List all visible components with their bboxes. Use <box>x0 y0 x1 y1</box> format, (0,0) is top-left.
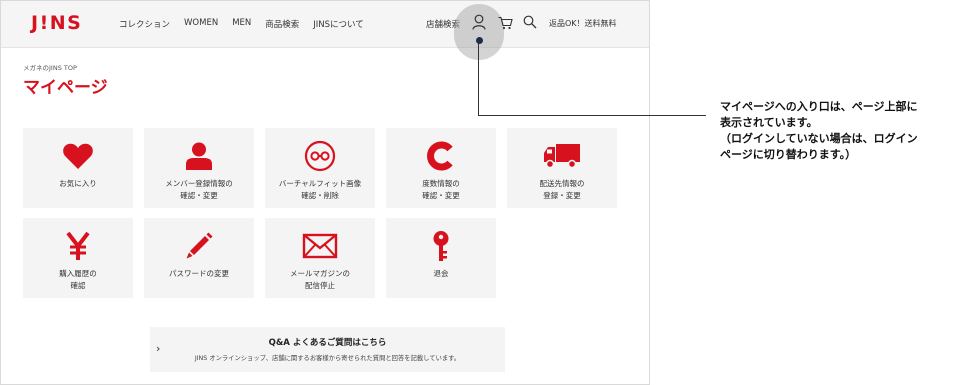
nav-product-search[interactable]: 商品検索 <box>265 18 299 30</box>
tile-label: 退会 <box>433 269 449 278</box>
nav-collection[interactable]: コレクション <box>119 18 170 30</box>
jins-logo[interactable]: J!NS <box>31 12 82 34</box>
key-icon <box>433 231 449 261</box>
mypage-highlight <box>454 4 504 60</box>
tile-label: メンバー登録情報の 確認・変更 <box>165 179 233 200</box>
tile-withdraw[interactable]: 退会 <box>386 218 496 298</box>
tile-member-info[interactable]: メンバー登録情報の 確認・変更 <box>144 128 254 208</box>
nav-women[interactable]: WOMEN <box>184 18 218 30</box>
faq-banner[interactable]: › Q&A よくあるご質問はこちら JINS オンラインショップ、店舗に関するお… <box>150 327 505 372</box>
search-icon[interactable] <box>523 15 537 29</box>
callout-leader-horizontal <box>478 115 706 116</box>
pencil-icon <box>186 232 213 259</box>
callout-line: 表示されています。 <box>720 116 818 129</box>
tile-prescription[interactable]: 度数情報の 確認・変更 <box>386 128 496 208</box>
heart-icon <box>63 143 93 169</box>
tile-label: メールマガジンの 配信停止 <box>290 269 350 290</box>
tile-change-password[interactable]: パスワードの変更 <box>144 218 254 298</box>
nav-about-jins[interactable]: JINSについて <box>313 18 364 30</box>
tile-label: 配送先情報の 登録・変更 <box>539 179 585 200</box>
c-icon <box>427 141 453 171</box>
faq-title: Q&A よくあるご質問はこちら <box>268 338 387 348</box>
tile-label: 度数情報の 確認・変更 <box>422 179 460 200</box>
callout-line: ページに切り替わります。） <box>720 148 857 161</box>
tile-label: パスワードの変更 <box>169 269 229 278</box>
person-icon <box>186 142 212 170</box>
tile-favorites[interactable]: お気に入り <box>23 128 133 208</box>
faq-subtitle: JINS オンラインショップ、店舗に関するお客様から寄せられた質問と回答を記載し… <box>194 355 461 362</box>
tile-newsletter-stop[interactable]: メールマガジンの 配信停止 <box>265 218 375 298</box>
tile-label: お気に入り <box>59 179 97 188</box>
callout-line: （ログインしていない場合は、ログイン <box>720 132 918 145</box>
tile-delivery-address[interactable]: 配送先情報の 登録・変更 <box>507 128 617 208</box>
tile-virtual-fit[interactable]: バーチャルフィット画像 確認・削除 <box>265 128 375 208</box>
promo-text: 返品OK！送料無料 <box>549 19 617 28</box>
callout-leader-vertical <box>478 40 479 116</box>
user-icon[interactable] <box>472 14 486 30</box>
nav-men[interactable]: MEN <box>232 18 251 30</box>
tile-label: 購入履歴の 確認 <box>59 269 97 290</box>
site-header: J!NS コレクション WOMEN MEN 商品検索 JINSについて 店舗検索… <box>1 1 649 60</box>
browser-frame: J!NS コレクション WOMEN MEN 商品検索 JINSについて 店舗検索… <box>0 0 650 385</box>
yen-icon <box>66 231 90 260</box>
page-title: マイページ <box>23 78 108 98</box>
callout-line: マイページへの入り口は、ページ上部に <box>720 100 918 113</box>
callout-annotation: マイページへの入り口は、ページ上部に 表示されています。 （ログインしていない場… <box>720 99 964 163</box>
truck-icon <box>544 144 580 169</box>
cart-icon[interactable] <box>498 16 513 30</box>
tile-label: バーチャルフィット画像 確認・削除 <box>278 179 362 200</box>
breadcrumb[interactable]: メガネのJINS TOP <box>23 62 77 72</box>
envelope-icon <box>302 233 338 259</box>
glasses-icon <box>304 140 336 172</box>
tile-purchase-history[interactable]: 購入履歴の 確認 <box>23 218 133 298</box>
main-nav: コレクション WOMEN MEN 商品検索 JINSについて <box>119 18 378 30</box>
